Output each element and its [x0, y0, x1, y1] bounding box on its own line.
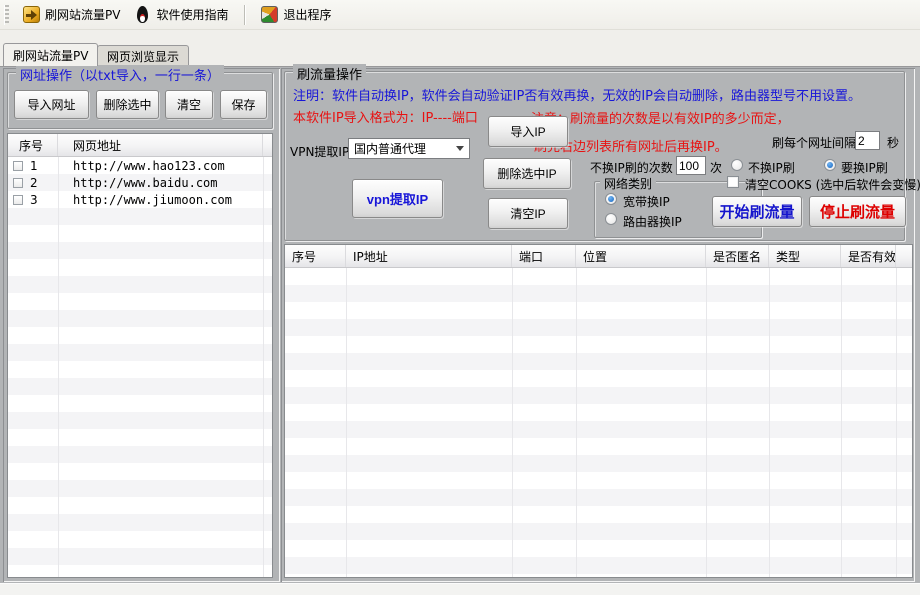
column-divider [706, 268, 707, 577]
column-divider [769, 268, 770, 577]
column-header-index[interactable]: 序号 [8, 134, 58, 156]
ip-table-body [285, 268, 912, 577]
radio-ip-change-label[interactable]: 要换IP刷 [841, 159, 888, 176]
main-content: 网址操作（以txt导入，一行一条） 导入网址 删除选中 清空 保存 序号 网页地… [0, 67, 920, 583]
ip-table-header: 序号 IP地址 端口 位置 是否匿名 类型 是否有效 [285, 245, 912, 268]
row-checkbox[interactable] [13, 178, 23, 188]
column-header-port[interactable]: 端口 [512, 245, 576, 267]
column-divider [346, 268, 347, 577]
radio-router-ip-label[interactable]: 路由器换IP [623, 213, 682, 230]
note-notice: 注意：刷流量的次数是以有效IP的多少而定， [531, 108, 790, 127]
row-index: 3 [30, 193, 58, 207]
url-table-body: 1 http://www.hao123.com 2 http://www.bai… [8, 157, 272, 577]
save-urls-button[interactable]: 保存 [220, 90, 267, 119]
url-table-header: 序号 网页地址 [8, 134, 272, 157]
ip-table: 序号 IP地址 端口 位置 是否匿名 类型 是否有效 [284, 244, 913, 578]
import-ip-button[interactable]: 导入IP [488, 116, 568, 147]
column-divider [58, 157, 59, 577]
delete-selected-ip-button[interactable]: 删除选中IP [483, 158, 571, 189]
column-header-valid[interactable]: 是否有效 [841, 245, 896, 267]
column-divider [512, 268, 513, 577]
toolbar-separator [244, 5, 245, 25]
row-checkbox[interactable] [13, 195, 23, 205]
interval-unit: 秒 [887, 134, 899, 151]
column-header-ip[interactable]: IP地址 [346, 245, 512, 267]
flow-operations-group: 刷流量操作 注明：软件自动换IP，软件会自动验证IP否有效再换，无效的IP会自动… [284, 71, 905, 241]
toolbar-item-label: 刷网站流量PV [45, 6, 120, 23]
radio-broadband-ip[interactable] [605, 193, 617, 205]
stop-traffic-button[interactable]: 停止刷流量 [809, 196, 906, 227]
note-ip-format: 本软件IP导入格式为：IP----端口 [293, 107, 478, 126]
toolbar-item-guide[interactable]: 软件使用指南 [127, 3, 235, 27]
vpn-source-value: 国内普通代理 [354, 140, 426, 157]
row-url: http://www.jiumoon.com [58, 193, 232, 207]
toolbar-item-exit[interactable]: 退出程序 [254, 3, 338, 27]
start-traffic-button[interactable]: 开始刷流量 [712, 196, 802, 227]
url-table-row[interactable]: 2 http://www.baidu.com [8, 174, 272, 191]
column-divider [576, 268, 577, 577]
toolbar-item-label: 退出程序 [283, 6, 331, 23]
times-label: 不换IP刷的次数 [590, 159, 673, 176]
column-header-filler [263, 134, 272, 156]
vpn-extract-ip-button[interactable]: vpn提取IP [352, 179, 443, 218]
interval-input[interactable] [855, 131, 880, 150]
app-window: 刷网站流量PV 软件使用指南 退出程序 刷网站流量PV 网页浏览显示 网址操作（… [0, 0, 920, 595]
chevron-down-icon [456, 146, 464, 151]
clear-cookies-label[interactable]: 清空COOKS (选中后软件会变慢) [745, 176, 920, 193]
vpn-source-select[interactable]: 国内普通代理 [348, 138, 470, 159]
row-index: 2 [30, 176, 58, 190]
exit-icon [261, 6, 278, 23]
clear-ip-button[interactable]: 清空IP [488, 198, 568, 229]
column-header-index[interactable]: 序号 [285, 245, 346, 267]
row-checkbox[interactable] [13, 161, 23, 171]
flow-operations-title: 刷流量操作 [293, 64, 366, 83]
column-header-anonymous[interactable]: 是否匿名 [706, 245, 769, 267]
row-url: http://www.hao123.com [58, 159, 225, 173]
tab-traffic-pv[interactable]: 刷网站流量PV [3, 43, 98, 66]
toolbar: 刷网站流量PV 软件使用指南 退出程序 [0, 0, 920, 30]
toolbar-item-label: 软件使用指南 [156, 6, 228, 23]
app-refresh-icon [23, 6, 40, 23]
radio-ip-change[interactable] [824, 159, 836, 171]
url-table-row[interactable]: 3 http://www.jiumoon.com [8, 191, 272, 208]
radio-no-ip-change-label[interactable]: 不换IP刷 [748, 159, 795, 176]
clear-urls-button[interactable]: 清空 [165, 90, 213, 119]
times-input[interactable] [676, 156, 706, 175]
column-header-filler [896, 245, 912, 267]
url-operations-group: 网址操作（以txt导入，一行一条） 导入网址 删除选中 清空 保存 [7, 72, 273, 129]
url-table-row[interactable]: 1 http://www.hao123.com [8, 157, 272, 174]
toolbar-grip[interactable] [4, 5, 9, 25]
penguin-icon [134, 6, 151, 23]
network-type-title: 网络类别 [600, 175, 656, 192]
column-divider [263, 157, 264, 577]
radio-broadband-ip-label[interactable]: 宽带换IP [623, 193, 670, 210]
row-url: http://www.baidu.com [58, 176, 218, 190]
column-divider [841, 268, 842, 577]
tab-browser-display[interactable]: 网页浏览显示 [97, 45, 189, 66]
row-index: 1 [30, 159, 58, 173]
column-divider [896, 268, 897, 577]
tab-bar: 刷网站流量PV 网页浏览显示 [0, 30, 920, 67]
note-auto-ip: 注明：软件自动换IP，软件会自动验证IP否有效再换，无效的IP会自动删除，路由器… [293, 85, 861, 104]
url-operations-title: 网址操作（以txt导入，一行一条） [16, 65, 224, 84]
column-header-url[interactable]: 网页地址 [58, 134, 263, 156]
import-urls-button[interactable]: 导入网址 [14, 90, 89, 119]
interval-label: 刷每个网址间隔: [772, 134, 860, 151]
column-header-location[interactable]: 位置 [576, 245, 706, 267]
delete-selected-urls-button[interactable]: 删除选中 [96, 90, 159, 119]
radio-no-ip-change[interactable] [731, 159, 743, 171]
url-table: 序号 网页地址 1 http://www.hao123.com 2 http:/… [7, 133, 273, 578]
status-bar [0, 583, 920, 595]
vpn-extract-label: VPN提取IP [290, 143, 349, 160]
times-unit: 次 [710, 159, 722, 176]
column-header-type[interactable]: 类型 [769, 245, 841, 267]
toolbar-item-traffic-pv[interactable]: 刷网站流量PV [16, 3, 127, 27]
radio-router-ip[interactable] [605, 213, 617, 225]
clear-cookies-checkbox[interactable] [727, 176, 739, 188]
